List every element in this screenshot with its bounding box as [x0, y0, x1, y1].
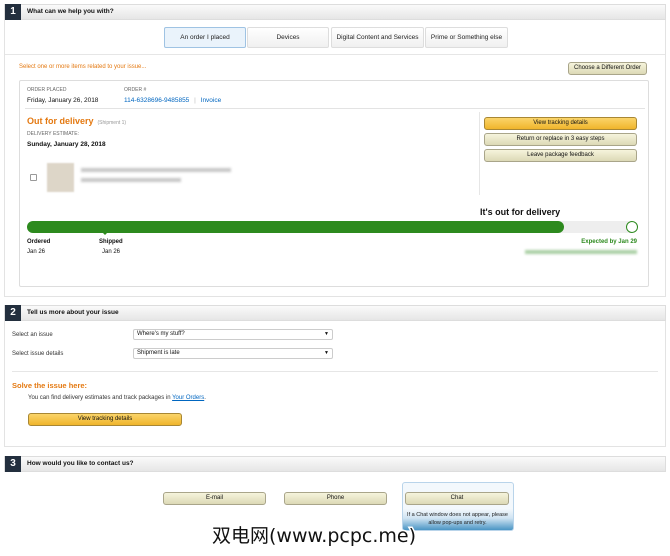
- view-tracking-button-2[interactable]: View tracking details: [28, 413, 182, 426]
- email-button[interactable]: E-mail: [163, 492, 266, 505]
- return-replace-button[interactable]: Return or replace in 3 easy steps: [484, 133, 637, 146]
- delivery-estimate-label: DELIVERY ESTIMATE:: [27, 131, 79, 137]
- section-title: What can we help you with?: [27, 8, 114, 15]
- section-2-body: [4, 321, 666, 447]
- order-number-label: ORDER #: [124, 87, 147, 93]
- separator: |: [194, 97, 196, 104]
- step-ordered-label: Ordered: [27, 239, 51, 245]
- invoice-link[interactable]: Invoice: [201, 97, 222, 104]
- divider: [479, 112, 480, 195]
- delivery-endpoint-icon: [626, 221, 638, 233]
- tab-digital[interactable]: Digital Content and Services: [331, 27, 424, 48]
- dropdown-arrow-icon: ▼: [324, 350, 329, 356]
- delivery-estimate-date: Sunday, January 28, 2018: [27, 141, 106, 148]
- choose-different-order-button[interactable]: Choose a Different Order: [568, 62, 647, 75]
- step-ordered-date: Jan 26: [27, 249, 46, 255]
- issue-value: Where's my stuff?: [137, 331, 185, 337]
- step-shipped-label: Shipped: [99, 239, 123, 245]
- issue-details-select[interactable]: Shipment is late ▼: [133, 348, 333, 359]
- section-title: How would you like to contact us?: [27, 460, 134, 467]
- product-title-blurred[interactable]: [81, 168, 231, 172]
- issue-details-label: Select issue details: [12, 351, 64, 357]
- section-3-header: 3 How would you like to contact us?: [4, 456, 666, 472]
- section-title: Tell us more about your issue: [27, 309, 119, 316]
- shipped-marker: [102, 232, 108, 235]
- divider: [5, 54, 665, 55]
- seller-blurred: [81, 178, 181, 182]
- order-placed-date: Friday, January 26, 2018: [27, 97, 99, 104]
- expected-date: Expected by Jan 29: [581, 239, 637, 245]
- watermark: 双电网(www.pcpc.me): [211, 524, 418, 549]
- tracking-headline: It's out for delivery: [480, 207, 561, 217]
- tab-devices[interactable]: Devices: [247, 27, 329, 48]
- order-card: [19, 80, 649, 287]
- tab-order[interactable]: An order I placed: [164, 27, 246, 48]
- step-number: 3: [5, 456, 21, 472]
- shipment-label: (Shipment 1): [97, 120, 127, 126]
- order-number-link[interactable]: 114-6328696-9485855: [124, 97, 189, 104]
- tracking-progress-bar: [27, 221, 638, 235]
- issue-label: Select an issue: [12, 332, 53, 338]
- solve-text: You can find delivery estimates and trac…: [28, 395, 206, 401]
- delivery-status: Out for delivery: [27, 116, 94, 126]
- divider: [12, 371, 658, 372]
- solve-heading: Solve the issue here:: [12, 381, 88, 390]
- section-1-header: 1 What can we help you with?: [4, 4, 666, 20]
- issue-select[interactable]: Where's my stuff? ▼: [133, 329, 333, 340]
- phone-button[interactable]: Phone: [284, 492, 387, 505]
- product-image[interactable]: [47, 163, 74, 192]
- tab-prime[interactable]: Prime or Something else: [425, 27, 508, 48]
- your-orders-link[interactable]: Your Orders: [172, 395, 204, 401]
- divider: [25, 108, 645, 109]
- step-number: 1: [5, 4, 21, 20]
- address-blurred: [525, 250, 637, 254]
- select-items-prompt: Select one or more items related to your…: [19, 64, 147, 70]
- step-number: 2: [5, 305, 21, 321]
- issue-details-value: Shipment is late: [137, 350, 180, 356]
- order-placed-label: ORDER PLACED: [27, 87, 67, 93]
- chat-button[interactable]: Chat: [405, 492, 509, 505]
- package-feedback-button[interactable]: Leave package feedback: [484, 149, 637, 162]
- section-2-header: 2 Tell us more about your issue: [4, 305, 666, 321]
- step-shipped-date: Jan 26: [102, 249, 121, 255]
- dropdown-arrow-icon: ▼: [324, 331, 329, 337]
- view-tracking-button[interactable]: View tracking details: [484, 117, 637, 130]
- item-checkbox[interactable]: [30, 174, 37, 181]
- chat-note: If a Chat window does not appear, please…: [407, 512, 508, 526]
